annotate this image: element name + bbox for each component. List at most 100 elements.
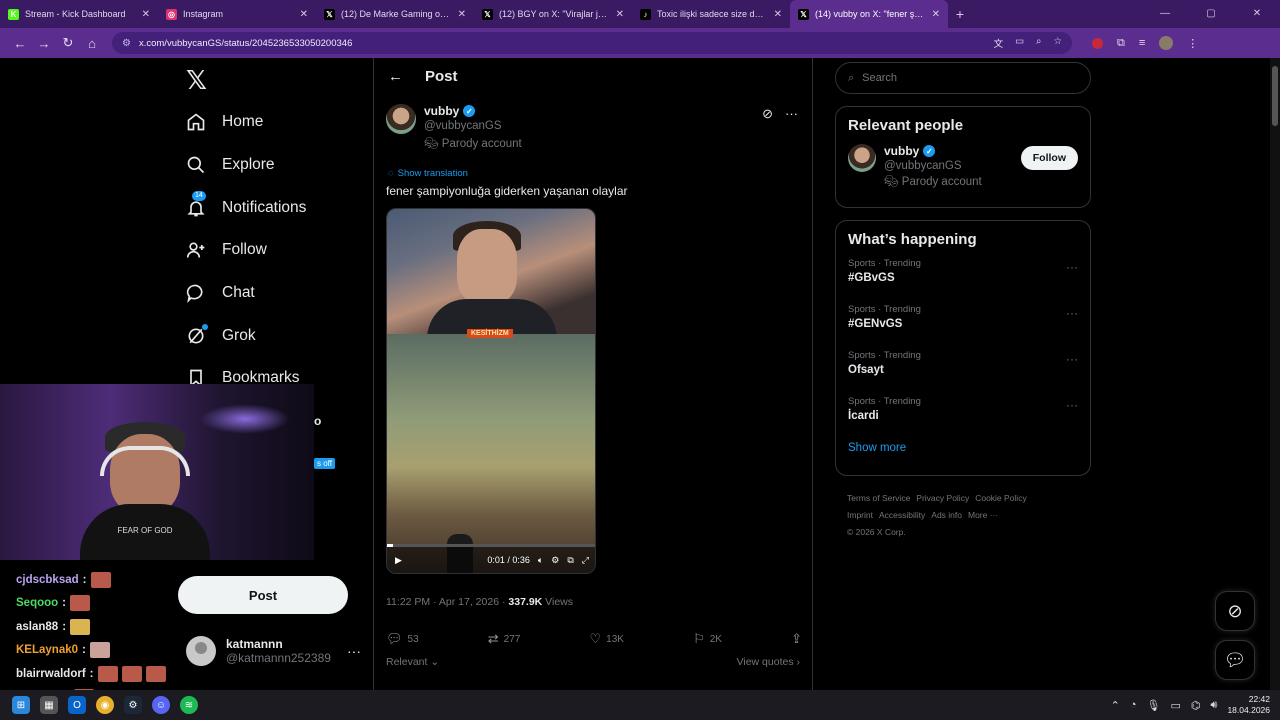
new-tab-button[interactable]: +: [948, 6, 972, 22]
nav-notifications[interactable]: 14 Notifications: [186, 191, 306, 218]
x-logo-icon[interactable]: 𝕏: [186, 66, 207, 96]
repost-button[interactable]: ⇄ 277: [488, 631, 521, 647]
browser-tab[interactable]: ◎ Instagram ✕: [158, 0, 316, 28]
browser-menu-icon[interactable]: ⋮: [1187, 37, 1198, 50]
trend-more-icon[interactable]: ···: [1066, 398, 1078, 412]
windows-start-icon[interactable]: ⊞: [12, 696, 30, 714]
mic-icon[interactable]: 🎙︎: [1147, 699, 1161, 712]
clock[interactable]: 22:42 18.04.2026: [1227, 694, 1270, 716]
maximize-button[interactable]: ▢: [1188, 0, 1234, 28]
home-browser-icon[interactable]: ⌂: [80, 36, 104, 51]
file-explorer-icon[interactable]: ▦: [40, 696, 58, 714]
post-author[interactable]: vubby ✓ @vubbycanGS 🎭︎ Parody account: [386, 104, 522, 150]
page-scrollbar[interactable]: [1270, 58, 1280, 690]
site-info-icon[interactable]: ⚙: [122, 38, 131, 49]
nav-explore[interactable]: Explore: [186, 155, 275, 175]
display-icon[interactable]: ▭: [1171, 699, 1181, 712]
profile-avatar-icon[interactable]: [1159, 36, 1174, 50]
discord-icon[interactable]: ☺: [152, 696, 170, 714]
speaker-icon[interactable]: 🔊︎: [1211, 699, 1218, 712]
steam-icon[interactable]: ⚙: [124, 696, 142, 714]
minimize-button[interactable]: —: [1142, 0, 1188, 28]
footer-link[interactable]: Imprint: [847, 510, 873, 520]
footer-link[interactable]: Privacy Policy: [916, 493, 969, 503]
reply-button[interactable]: 💬︎ 53: [386, 631, 419, 647]
extension-red-icon[interactable]: [1092, 37, 1103, 49]
nav-grok[interactable]: Grok: [186, 324, 256, 346]
footer-link[interactable]: Accessibility: [879, 510, 925, 520]
grok-explain-icon[interactable]: ⊘: [762, 106, 773, 122]
relevant-person-name[interactable]: vubby: [884, 144, 919, 158]
more-icon[interactable]: ···: [347, 643, 361, 659]
spotify-icon[interactable]: ≋: [180, 696, 198, 714]
close-tab-icon[interactable]: ✕: [142, 9, 150, 20]
scrollbar-thumb[interactable]: [1272, 66, 1278, 126]
tray-app-icon[interactable]: ◔: [1130, 699, 1137, 711]
reading-list-icon[interactable]: ≡: [1139, 37, 1145, 49]
pip-icon[interactable]: ⧉: [567, 555, 573, 566]
account-switcher[interactable]: katmannn @katmannn252389 ···: [186, 636, 361, 666]
translate-icon[interactable]: 文: [994, 36, 1004, 50]
footer-link[interactable]: More ···: [968, 510, 998, 520]
forward-icon[interactable]: →: [32, 36, 56, 51]
cast-icon[interactable]: ▭: [1015, 36, 1024, 50]
video-player[interactable]: KESİTHİZM ▶ 0:01 / 0:36 🔈︎ ⚙ ⧉ ⤢: [386, 208, 596, 574]
footer-link[interactable]: Cookie Policy: [975, 493, 1027, 503]
sort-dropdown[interactable]: Relevant ⌄: [386, 656, 439, 668]
outlook-icon[interactable]: O: [68, 696, 86, 714]
author-name[interactable]: vubby: [424, 104, 459, 118]
relevant-person[interactable]: vubby ✓ @vubbycanGS 🎭︎ Parody account Fol…: [836, 144, 1090, 188]
browser-tab[interactable]: 𝕏 (14) vubby on X: "fener şampiy ✕: [790, 0, 948, 28]
close-tab-icon[interactable]: ✕: [774, 9, 782, 20]
relevant-person-avatar[interactable]: [848, 144, 876, 172]
search-box[interactable]: ⌕ Search: [835, 62, 1091, 94]
trend-more-icon[interactable]: ···: [1066, 260, 1078, 274]
zoom-icon[interactable]: ⌕: [1036, 36, 1041, 50]
back-icon[interactable]: ←: [8, 36, 32, 51]
close-tab-icon[interactable]: ✕: [300, 9, 308, 20]
footer-link[interactable]: Ads info: [931, 510, 962, 520]
tray-expand-icon[interactable]: ⌃: [1111, 699, 1120, 712]
browser-tab[interactable]: ♪ Toxic ilişki sadece size değil bizi ✕: [632, 0, 790, 28]
close-window-button[interactable]: ✕: [1234, 0, 1280, 28]
trend-more-icon[interactable]: ···: [1066, 306, 1078, 320]
follow-button[interactable]: Follow: [1020, 146, 1078, 170]
like-button[interactable]: ♡ 13K: [589, 631, 623, 647]
reload-icon[interactable]: ↻: [56, 35, 80, 51]
view-quotes-link[interactable]: View quotes ›: [737, 656, 800, 668]
nav-home[interactable]: Home: [186, 112, 263, 132]
settings-icon[interactable]: ⚙: [551, 555, 559, 566]
author-handle[interactable]: @vubbycanGS: [424, 120, 522, 132]
network-icon[interactable]: ⌬: [1191, 699, 1201, 712]
post-more-icon[interactable]: ···: [785, 106, 798, 122]
back-arrow-icon[interactable]: ←: [388, 68, 403, 85]
address-bar[interactable]: ⚙ x.com/vubbycanGS/status/20452365330502…: [112, 32, 1072, 54]
author-avatar[interactable]: [386, 104, 416, 134]
close-tab-icon[interactable]: ✕: [458, 9, 466, 20]
chrome-icon[interactable]: ◉: [96, 696, 114, 714]
fullscreen-icon[interactable]: ⤢: [582, 555, 589, 566]
post-button[interactable]: Post: [178, 576, 348, 614]
browser-tab[interactable]: 𝕏 (12) BGY on X: "Virajlar jettir ba ✕: [474, 0, 632, 28]
extensions-puzzle-icon[interactable]: ⧉: [1117, 37, 1125, 50]
trend-item[interactable]: Sports · Trending Ofsayt ···: [836, 350, 1090, 396]
footer-link[interactable]: Terms of Service: [847, 493, 910, 503]
nav-chat[interactable]: Chat: [186, 283, 255, 303]
browser-tab[interactable]: K Stream - Kick Dashboard ✕: [0, 0, 158, 28]
bookmark-button[interactable]: ⚐ 2K: [693, 631, 722, 647]
show-more-link[interactable]: Show more: [836, 442, 1090, 464]
play-icon[interactable]: ▶: [395, 555, 402, 566]
trend-more-icon[interactable]: ···: [1066, 352, 1078, 366]
share-button[interactable]: ⇪: [791, 631, 802, 647]
browser-tab[interactable]: 𝕏 (12) De Marke Gaming on X: "E ✕: [316, 0, 474, 28]
trend-item[interactable]: Sports · Trending #GENvGS ···: [836, 304, 1090, 350]
volume-icon[interactable]: 🔈︎: [538, 555, 543, 566]
chat-fab-icon[interactable]: 💬︎: [1215, 640, 1255, 680]
grok-fab-icon[interactable]: ⊘: [1215, 591, 1255, 631]
trend-item[interactable]: Sports · Trending İcardi ···: [836, 396, 1090, 442]
close-tab-icon[interactable]: ✕: [616, 9, 624, 20]
post-timestamp[interactable]: 11:22 PM · Apr 17, 2026 ·: [386, 596, 508, 608]
show-translation-link[interactable]: ◌ Show translation: [388, 168, 468, 179]
close-tab-icon[interactable]: ✕: [932, 9, 940, 20]
nav-follow[interactable]: Follow: [186, 240, 267, 260]
